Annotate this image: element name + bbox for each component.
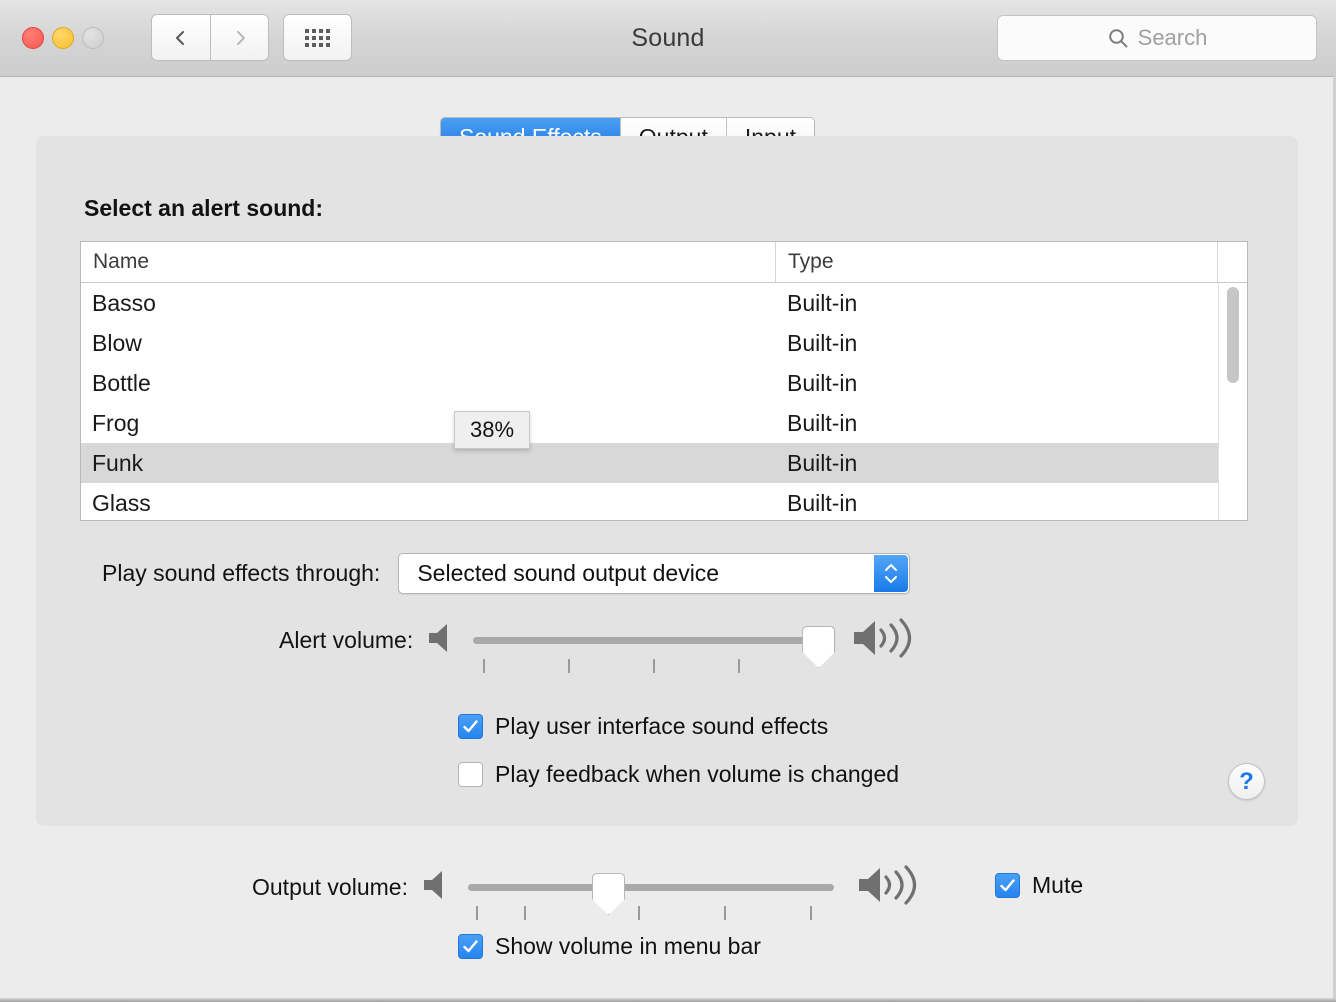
column-header-name[interactable]: Name bbox=[81, 242, 776, 282]
table-body: Basso Built-in Blow Built-in Bottle Buil… bbox=[81, 283, 1247, 520]
checkbox-box[interactable] bbox=[458, 762, 483, 787]
alert-volume-track[interactable] bbox=[473, 637, 826, 644]
column-header-type[interactable]: Type bbox=[776, 242, 1218, 282]
scrollbar-thumb[interactable] bbox=[1227, 287, 1239, 383]
window-bottom-edge bbox=[0, 998, 1336, 1002]
cell-name: Blow bbox=[92, 329, 142, 356]
checkbox-show-volume-menu-bar[interactable]: Show volume in menu bar bbox=[458, 933, 761, 960]
speaker-loud-icon bbox=[851, 618, 917, 663]
chevron-updown-icon bbox=[874, 555, 909, 592]
cell-type: Built-in bbox=[787, 369, 858, 396]
cell-name: Basso bbox=[92, 289, 156, 316]
checkmark-icon bbox=[463, 940, 478, 953]
play-through-row: Play sound effects through: Selected sou… bbox=[102, 553, 911, 594]
select-alert-sound-label: Select an alert sound: bbox=[84, 195, 324, 221]
search-placeholder: Search bbox=[1137, 25, 1208, 50]
play-through-value: Selected sound output device bbox=[417, 560, 720, 586]
output-volume-ticks bbox=[468, 906, 834, 920]
table-row-selected[interactable]: Funk Built-in bbox=[81, 443, 1247, 483]
alert-volume-slider[interactable] bbox=[473, 626, 836, 673]
play-through-select[interactable]: Selected sound output device bbox=[398, 553, 911, 594]
help-button[interactable]: ? bbox=[1228, 763, 1265, 800]
table-row[interactable]: Frog Built-in bbox=[81, 403, 1247, 443]
alert-volume-row: Alert volume: bbox=[279, 618, 929, 673]
checkbox-mute[interactable]: Mute bbox=[995, 872, 1083, 899]
checkbox-play-ui-sounds[interactable]: Play user interface sound effects bbox=[458, 713, 828, 740]
checkbox-box[interactable] bbox=[458, 714, 483, 739]
speaker-loud-icon bbox=[856, 865, 922, 910]
volume-tooltip: 38% bbox=[454, 411, 530, 449]
table-row[interactable]: Basso Built-in bbox=[81, 283, 1247, 323]
speaker-mute-icon bbox=[420, 868, 456, 907]
cell-type: Built-in bbox=[787, 449, 858, 476]
titlebar: Sound Search bbox=[0, 0, 1336, 77]
search-icon bbox=[1108, 29, 1128, 48]
search-field[interactable]: Search bbox=[997, 15, 1317, 61]
cell-name: Funk bbox=[92, 449, 144, 476]
column-header-spacer bbox=[1218, 242, 1247, 282]
cell-name: Frog bbox=[92, 409, 140, 436]
output-volume-label: Output volume: bbox=[252, 874, 408, 900]
cell-type: Built-in bbox=[787, 409, 858, 436]
checkbox-label: Play feedback when volume is changed bbox=[495, 761, 900, 787]
output-volume-track[interactable] bbox=[467, 884, 834, 891]
table-header: Name Type bbox=[81, 242, 1247, 283]
table-row[interactable]: Blow Built-in bbox=[81, 323, 1247, 363]
checkbox-box[interactable] bbox=[458, 934, 483, 959]
cell-type: Built-in bbox=[787, 289, 858, 316]
output-volume-row: Output volume: bbox=[252, 865, 934, 920]
sound-preferences-window: Sound Search Sound Effects Output Input … bbox=[0, 0, 1336, 1002]
table-scrollbar[interactable] bbox=[1218, 283, 1247, 520]
checkbox-box[interactable] bbox=[995, 873, 1020, 898]
play-through-label: Play sound effects through: bbox=[102, 560, 381, 586]
cell-type: Built-in bbox=[787, 489, 858, 516]
checkmark-icon bbox=[1000, 879, 1015, 892]
table-row[interactable]: Glass Built-in bbox=[81, 483, 1247, 520]
cell-type: Built-in bbox=[787, 329, 858, 356]
cell-name: Glass bbox=[92, 489, 151, 516]
checkmark-icon bbox=[463, 720, 478, 733]
alert-volume-label: Alert volume: bbox=[279, 627, 414, 653]
checkbox-label: Play user interface sound effects bbox=[495, 713, 829, 739]
checkbox-label: Mute bbox=[1032, 872, 1084, 898]
output-volume-slider[interactable] bbox=[467, 873, 834, 920]
checkbox-label: Show volume in menu bar bbox=[495, 933, 761, 959]
alert-sound-table[interactable]: Name Type Basso Built-in Blow Built-in B… bbox=[80, 241, 1248, 521]
speaker-mute-icon bbox=[425, 621, 461, 660]
cell-name: Bottle bbox=[92, 369, 151, 396]
checkbox-play-feedback[interactable]: Play feedback when volume is changed bbox=[458, 761, 899, 788]
table-row[interactable]: Bottle Built-in bbox=[81, 363, 1247, 403]
alert-volume-ticks bbox=[473, 659, 825, 673]
